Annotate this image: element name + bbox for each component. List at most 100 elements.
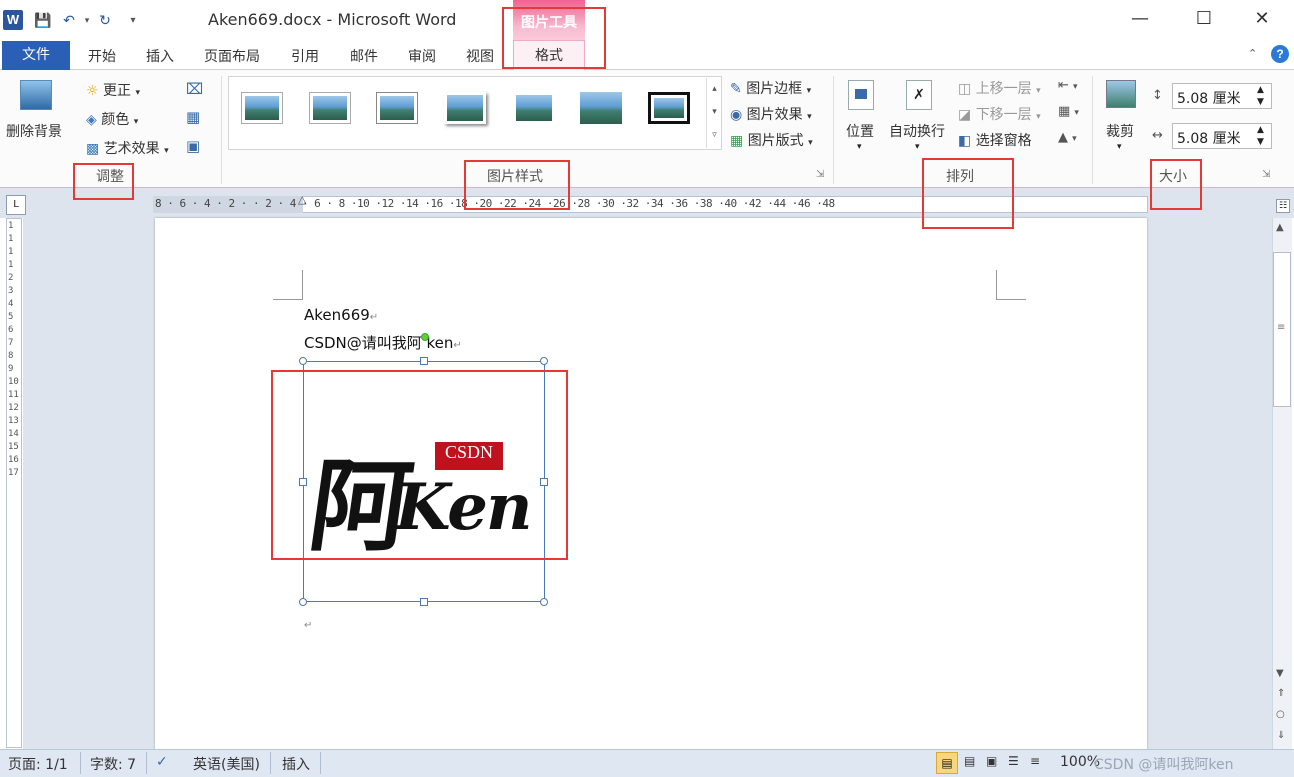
doc-line-2[interactable]: CSDN@请叫我阿 ken↵ bbox=[304, 332, 462, 353]
artistic-effects-icon: ▩ bbox=[86, 141, 100, 157]
reset-picture-icon[interactable]: ▣ bbox=[186, 137, 200, 155]
selection-pane-button[interactable]: ◧ 选择窗格 bbox=[958, 130, 1032, 150]
tab-references[interactable]: 引用 bbox=[291, 46, 319, 66]
bring-forward-button[interactable]: ◫ 上移一层 ▾ bbox=[958, 78, 1041, 98]
page-indicator[interactable]: 页面: 1/1 bbox=[8, 754, 68, 774]
color-label: 颜色 bbox=[101, 112, 130, 128]
picture-border-button[interactable]: ✎ 图片边框 ▾ bbox=[730, 78, 811, 98]
picture-style-thumb[interactable] bbox=[513, 92, 555, 124]
position-icon[interactable] bbox=[848, 80, 874, 110]
color-button[interactable]: ◈ 颜色 ▾ bbox=[86, 109, 138, 129]
picture-effects-button[interactable]: ◉ 图片效果 ▾ bbox=[730, 104, 812, 124]
dialog-launcher-icon[interactable]: ⇲ bbox=[816, 169, 824, 180]
resize-handle-sw[interactable] bbox=[299, 598, 307, 606]
layout-icon: ▦ bbox=[730, 133, 744, 149]
doc-line-2-text: CSDN@请叫我阿 ken bbox=[304, 334, 454, 352]
tab-review[interactable]: 审阅 bbox=[408, 46, 436, 66]
tab-insert[interactable]: 插入 bbox=[146, 46, 174, 66]
tab-page-layout[interactable]: 页面布局 bbox=[204, 46, 260, 66]
rotate-icon[interactable]: ▲ ▾ bbox=[1058, 130, 1077, 145]
corrections-button[interactable]: ☼ 更正 ▾ bbox=[86, 80, 140, 100]
remove-background-icon[interactable] bbox=[20, 80, 52, 110]
insert-mode[interactable]: 插入 bbox=[282, 754, 310, 774]
redo-icon[interactable]: ↻ bbox=[96, 12, 114, 30]
annotation-box-size bbox=[1150, 159, 1202, 210]
crop-mark-right bbox=[996, 270, 1026, 300]
width-input[interactable]: 5.08 厘米 ▲ ▼ bbox=[1172, 123, 1272, 149]
resize-handle-nw[interactable] bbox=[299, 357, 307, 365]
status-divider bbox=[80, 752, 81, 774]
artistic-effects-button[interactable]: ▩ 艺术效果 ▾ bbox=[86, 138, 169, 158]
group-objects-icon[interactable]: ▦ ▾ bbox=[1058, 104, 1079, 119]
picture-style-thumb[interactable] bbox=[580, 92, 622, 124]
crop-icon[interactable] bbox=[1106, 80, 1136, 108]
customize-qat-icon[interactable]: ▾ bbox=[124, 12, 142, 30]
undo-dropdown-icon[interactable]: ▾ bbox=[78, 12, 96, 30]
resize-handle-se[interactable] bbox=[540, 598, 548, 606]
resize-handle-s[interactable] bbox=[420, 598, 428, 606]
tab-mailings[interactable]: 邮件 bbox=[350, 46, 378, 66]
collapse-ribbon-icon[interactable]: ⌃ bbox=[1248, 47, 1257, 60]
position-button[interactable]: 位置 bbox=[846, 121, 874, 141]
send-backward-button[interactable]: ◪ 下移一层 ▾ bbox=[958, 104, 1041, 124]
tab-view[interactable]: 视图 bbox=[466, 46, 494, 66]
status-divider bbox=[146, 752, 147, 774]
wrap-text-icon[interactable]: ✗ bbox=[906, 80, 932, 110]
tab-selector[interactable]: L bbox=[6, 195, 26, 215]
wrap-text-button[interactable]: 自动换行 bbox=[889, 121, 945, 141]
resize-handle-ne[interactable] bbox=[540, 357, 548, 365]
undo-icon[interactable]: ↶ bbox=[60, 12, 78, 30]
compress-pictures-icon[interactable]: ⌧ bbox=[186, 80, 203, 98]
scroll-down-icon[interactable]: ▼ bbox=[1276, 668, 1284, 679]
picture-layout-button[interactable]: ▦ 图片版式 ▾ bbox=[730, 130, 813, 150]
tab-home[interactable]: 开始 bbox=[88, 46, 116, 66]
web-layout-icon[interactable]: ▣ bbox=[986, 754, 997, 768]
align-icon[interactable]: ⇤ ▾ bbox=[1058, 78, 1078, 93]
crop-button[interactable]: 裁剪 bbox=[1106, 121, 1134, 141]
picture-style-thumb[interactable] bbox=[309, 92, 351, 124]
picture-style-thumb[interactable] bbox=[376, 92, 418, 124]
doc-line-1[interactable]: Aken669↵ bbox=[304, 306, 378, 324]
gallery-scroll[interactable]: ▴ ▾ ▿ bbox=[706, 78, 722, 148]
scroll-up-icon[interactable]: ▲ bbox=[1276, 222, 1284, 233]
maximize-icon[interactable]: ☐ bbox=[1184, 8, 1224, 30]
picture-style-thumb-selected[interactable] bbox=[648, 92, 690, 124]
change-picture-icon[interactable]: ▦ bbox=[186, 108, 200, 126]
width-spinner[interactable]: ▲ ▼ bbox=[1257, 124, 1264, 148]
height-input[interactable]: 5.08 厘米 ▲ ▼ bbox=[1172, 83, 1272, 109]
chevron-down-icon: ▾ bbox=[164, 146, 169, 156]
indent-marker-icon[interactable]: △ bbox=[298, 193, 306, 206]
picture-style-thumb[interactable] bbox=[444, 92, 486, 124]
full-screen-reading-icon[interactable]: ▤ bbox=[964, 754, 975, 768]
remove-background-button[interactable]: 删除背景 bbox=[6, 121, 62, 141]
browse-object-icon[interactable]: ○ bbox=[1276, 709, 1285, 720]
watermark-text: CSDN @请叫我阿ken bbox=[1094, 757, 1234, 773]
draft-view-icon[interactable]: ≡ bbox=[1030, 754, 1040, 768]
resize-handle-n[interactable] bbox=[420, 357, 428, 365]
height-spinner[interactable]: ▲ ▼ bbox=[1257, 84, 1264, 108]
next-page-icon[interactable]: ⇓ bbox=[1277, 730, 1285, 741]
previous-page-icon[interactable]: ⇑ bbox=[1277, 688, 1285, 699]
dialog-launcher-icon[interactable]: ⇲ bbox=[1262, 169, 1270, 180]
language-indicator[interactable]: 英语(美国) bbox=[193, 754, 260, 774]
rotate-handle[interactable] bbox=[421, 333, 429, 341]
status-divider bbox=[270, 752, 271, 774]
view-ruler-icon[interactable]: ☷ bbox=[1276, 199, 1290, 213]
close-icon[interactable]: ✕ bbox=[1242, 8, 1282, 30]
selection-pane-label: 选择窗格 bbox=[975, 133, 1032, 149]
word-app-icon[interactable]: W bbox=[3, 10, 23, 30]
proofing-icon[interactable]: ✓ bbox=[156, 754, 168, 770]
save-icon[interactable]: 💾 bbox=[34, 12, 52, 30]
annotation-box-adjust bbox=[73, 163, 134, 200]
outline-view-icon[interactable]: ☰ bbox=[1008, 754, 1019, 768]
picture-style-thumb[interactable] bbox=[241, 92, 283, 124]
print-layout-view-icon[interactable]: ▤ bbox=[936, 752, 958, 774]
minimize-icon[interactable]: — bbox=[1120, 8, 1160, 30]
word-count[interactable]: 字数: 7 bbox=[90, 754, 136, 774]
artistic-effects-label: 艺术效果 bbox=[103, 141, 160, 157]
selection-pane-icon: ◧ bbox=[958, 133, 972, 149]
chevron-down-icon: ▾ bbox=[133, 117, 139, 127]
help-icon[interactable]: ? bbox=[1271, 45, 1289, 63]
height-value: 5.08 厘米 bbox=[1177, 91, 1241, 107]
tab-file[interactable]: 文件 bbox=[2, 41, 70, 70]
